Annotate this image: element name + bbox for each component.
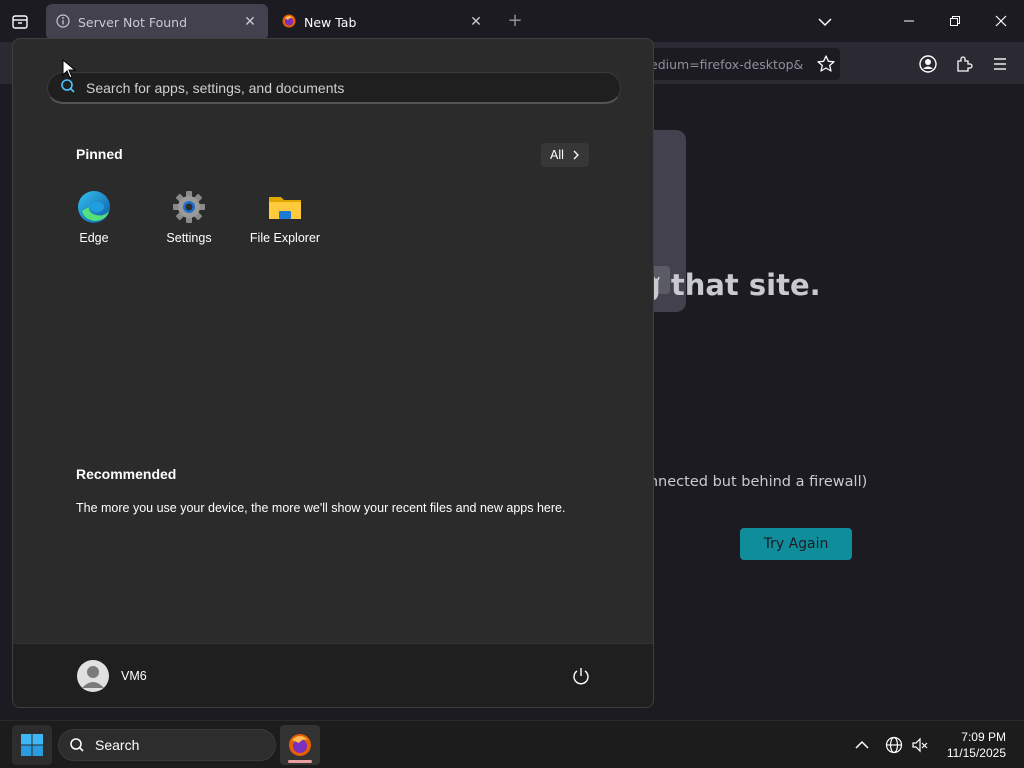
search-icon	[60, 78, 76, 98]
window-controls	[886, 0, 1024, 42]
recommended-title: Recommended	[76, 466, 177, 482]
tab-new-tab[interactable]: New Tab ✕	[272, 4, 494, 40]
edge-icon	[76, 189, 112, 225]
clock-time: 7:09 PM	[961, 730, 1006, 744]
all-apps-button[interactable]: All	[541, 143, 589, 167]
close-window-icon[interactable]	[978, 0, 1024, 42]
start-search-input[interactable]	[86, 79, 566, 96]
pinned-app-file-explorer[interactable]: File Explorer	[240, 189, 330, 245]
bookmark-star-icon[interactable]	[816, 54, 836, 74]
system-clock[interactable]: 7:09 PM 11/15/2025	[947, 729, 1006, 761]
windows-logo-icon	[21, 734, 43, 756]
error-heading: g that site.	[640, 268, 821, 302]
running-indicator	[288, 760, 312, 763]
start-search-box[interactable]	[47, 72, 621, 104]
minimize-icon[interactable]	[886, 0, 932, 42]
mouse-cursor-icon	[62, 58, 77, 79]
user-avatar[interactable]	[77, 660, 109, 692]
clock-date: 11/15/2025	[946, 746, 1006, 760]
firefox-icon	[282, 14, 296, 31]
globe-icon[interactable]	[884, 735, 904, 755]
tab-title: New Tab	[304, 14, 357, 30]
chevron-up-icon[interactable]	[852, 735, 872, 755]
chevron-down-icon[interactable]	[812, 10, 838, 34]
app-label: Settings	[166, 231, 212, 245]
recommended-empty-text: The more you use your device, the more w…	[76, 501, 566, 515]
start-menu: Pinned All Edge Settings File Explorer R…	[12, 38, 654, 708]
info-icon	[56, 13, 70, 31]
tab-list-icon[interactable]	[8, 10, 32, 34]
close-tab-icon[interactable]: ✕	[468, 14, 484, 30]
user-name[interactable]: VM6	[121, 669, 147, 683]
restore-icon[interactable]	[932, 0, 978, 42]
all-apps-label: All	[550, 148, 564, 162]
taskbar: Search 7:09 PM 11/15/2025	[0, 720, 1024, 768]
pinned-app-edge[interactable]: Edge	[49, 189, 139, 245]
start-menu-footer: VM6	[13, 643, 653, 707]
app-label: Edge	[79, 231, 109, 245]
chevron-right-icon	[573, 150, 579, 160]
new-tab-plus-icon[interactable]: +	[504, 10, 526, 32]
taskbar-firefox[interactable]	[280, 725, 320, 765]
close-tab-icon[interactable]: ✕	[242, 14, 258, 30]
pinned-title: Pinned	[76, 146, 123, 162]
settings-gear-icon	[171, 189, 207, 225]
folder-icon	[267, 189, 303, 225]
try-again-button[interactable]: Try Again	[740, 528, 852, 560]
search-icon	[70, 738, 84, 752]
browser-tab-bar: Server Not Found ✕ New Tab ✕ +	[0, 0, 1024, 42]
pinned-app-settings[interactable]: Settings	[144, 189, 234, 245]
account-icon[interactable]	[918, 54, 938, 74]
taskbar-search-label: Search	[95, 737, 140, 753]
menu-hamburger-icon[interactable]	[990, 54, 1010, 74]
error-detail-line: onnected but behind a firewall)	[640, 474, 868, 490]
taskbar-search[interactable]: Search	[58, 729, 276, 761]
volume-muted-icon[interactable]	[910, 735, 930, 755]
app-label: File Explorer	[249, 231, 321, 245]
extensions-icon[interactable]	[954, 54, 974, 74]
tab-title: Server Not Found	[78, 14, 188, 30]
power-icon[interactable]	[571, 666, 591, 686]
tab-server-not-found[interactable]: Server Not Found ✕	[46, 4, 268, 40]
firefox-icon	[289, 734, 311, 756]
url-text[interactable]: edium=firefox-desktop&	[650, 57, 810, 72]
start-button[interactable]	[12, 725, 52, 765]
